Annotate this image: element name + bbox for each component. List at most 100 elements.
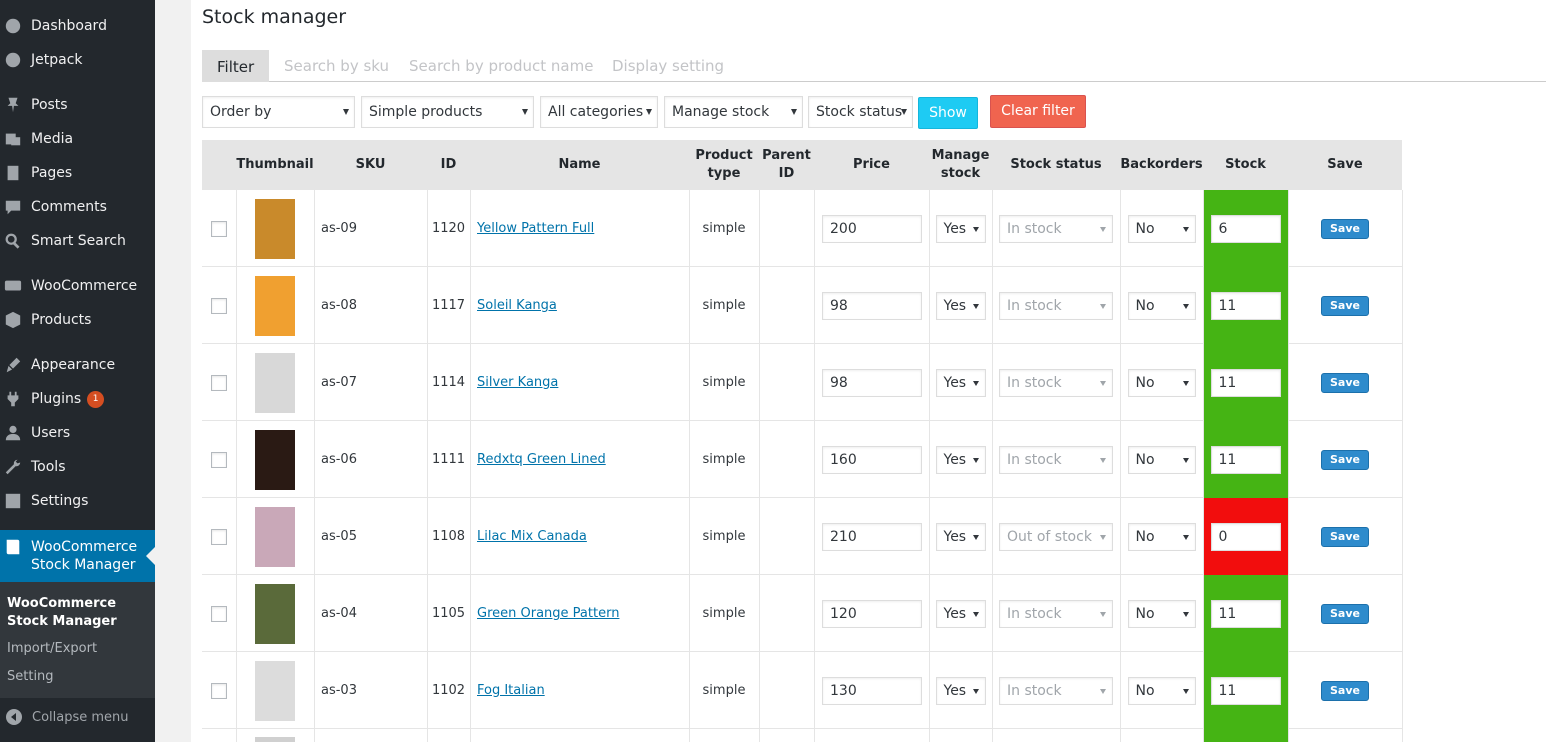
sidebar-item-smart-search[interactable]: Smart Search xyxy=(0,226,155,256)
stock-status-select: In stock xyxy=(999,368,1113,397)
show-button[interactable]: Show xyxy=(918,97,978,129)
price-value: 120 xyxy=(830,605,857,622)
backorders-select[interactable]: No xyxy=(1127,214,1196,243)
submenu-item-woocommerce-stock-manager[interactable]: WooCommerce Stock Manager xyxy=(7,595,147,631)
stock-input[interactable]: 11 xyxy=(1210,291,1281,320)
stock-input[interactable]: 0 xyxy=(1210,522,1281,551)
stock-input[interactable]: 11 xyxy=(1210,368,1281,397)
row-checkbox[interactable] xyxy=(211,297,227,314)
sidebar-item-plugins[interactable]: Plugins 1 xyxy=(0,384,155,414)
backorders-select[interactable]: No xyxy=(1127,522,1196,551)
filter-tabs: Filter Search by sku Search by product n… xyxy=(202,50,1546,82)
save-button[interactable]: Save xyxy=(1321,680,1369,701)
backorders-select[interactable]: No xyxy=(1127,676,1196,705)
price-value: 160 xyxy=(830,451,857,468)
stock-input[interactable]: 6 xyxy=(1210,214,1281,243)
manage-stock-select[interactable]: Manage stock xyxy=(664,96,803,128)
price-input[interactable]: 210 xyxy=(822,522,922,551)
sidebar-item-tools[interactable]: Tools xyxy=(0,452,155,482)
clear-filter-button[interactable]: Clear filter xyxy=(990,95,1086,128)
chevron-down-icon xyxy=(343,109,349,115)
order-by-select[interactable]: Order by xyxy=(202,96,355,128)
product-type-select[interactable]: Simple products xyxy=(361,96,534,128)
column-header-backorders: Backorders xyxy=(1120,157,1203,172)
sidebar-item-stock-manager[interactable]: WooCommerce Stock Manager xyxy=(0,530,155,582)
product-name-link[interactable]: Green Orange Pattern xyxy=(477,606,619,621)
sku-value: as-03 xyxy=(321,683,357,698)
sidebar-item-posts[interactable]: Posts xyxy=(0,90,155,120)
sidebar-item-pages[interactable]: Pages xyxy=(0,158,155,188)
stock-status-select[interactable]: Stock status xyxy=(808,96,913,128)
sidebar-item-appearance[interactable]: Appearance xyxy=(0,350,155,380)
manage-stock-select[interactable]: Yes xyxy=(935,445,986,474)
product-name-link[interactable]: Silver Kanga xyxy=(477,375,558,390)
sidebar-item-dashboard[interactable]: Dashboard xyxy=(0,11,155,41)
stock-input[interactable]: 11 xyxy=(1210,676,1281,705)
sidebar-item-label: Tools xyxy=(31,459,66,475)
price-input[interactable]: 120 xyxy=(822,599,922,628)
sidebar-item-label: Pages xyxy=(31,165,73,181)
product-name-link[interactable]: Redxtq Green Lined xyxy=(477,452,606,467)
row-checkbox[interactable] xyxy=(211,220,227,237)
column-divider xyxy=(992,190,993,742)
column-header-save: Save xyxy=(1327,157,1363,172)
row-checkbox[interactable] xyxy=(211,528,227,545)
sidebar-item-jetpack[interactable]: Jetpack xyxy=(0,45,155,75)
stock-input[interactable]: 11 xyxy=(1210,445,1281,474)
backorders-select[interactable]: No xyxy=(1127,291,1196,320)
save-button[interactable]: Save xyxy=(1321,603,1369,624)
product-name-link[interactable]: Fog Italian xyxy=(477,683,545,698)
manage-stock-select[interactable]: Yes xyxy=(935,214,986,243)
category-select[interactable]: All categories xyxy=(540,96,658,128)
sidebar-item-comments[interactable]: Comments xyxy=(0,192,155,222)
backorders-select[interactable]: No xyxy=(1127,368,1196,397)
sidebar-item-users[interactable]: Users xyxy=(0,418,155,448)
backorders-value: No xyxy=(1135,220,1155,237)
save-button[interactable]: Save xyxy=(1321,295,1369,316)
column-divider xyxy=(427,190,428,742)
row-checkbox[interactable] xyxy=(211,605,227,622)
stock-input[interactable]: 11 xyxy=(1210,599,1281,628)
id-value: 1102 xyxy=(431,683,466,698)
product-name-link[interactable]: Yellow Pattern Full xyxy=(477,221,594,236)
submenu-item-setting[interactable]: Setting xyxy=(7,669,54,684)
manage-stock-select[interactable]: Yes xyxy=(935,368,986,397)
manage-stock-select[interactable]: Yes xyxy=(935,676,986,705)
product-name-link[interactable]: Lilac Mix Canada xyxy=(477,529,587,544)
save-button[interactable]: Save xyxy=(1321,526,1369,547)
backorders-select[interactable]: No xyxy=(1127,599,1196,628)
column-divider xyxy=(1402,190,1403,742)
price-input[interactable]: 130 xyxy=(822,676,922,705)
price-input[interactable]: 98 xyxy=(822,368,922,397)
sidebar-item-products[interactable]: Products xyxy=(0,305,155,335)
chevron-down-icon xyxy=(972,534,979,540)
save-button[interactable]: Save xyxy=(1321,372,1369,393)
price-input[interactable]: 98 xyxy=(822,291,922,320)
row-checkbox[interactable] xyxy=(211,451,227,468)
sidebar-item-woocommerce[interactable]: WooCommerce xyxy=(0,271,155,301)
price-input[interactable]: 160 xyxy=(822,445,922,474)
backorders-select[interactable]: No xyxy=(1127,445,1196,474)
manage-stock-select[interactable]: Yes xyxy=(935,522,986,551)
submenu-item-import-export[interactable]: Import/Export xyxy=(7,641,97,656)
price-input[interactable]: 200 xyxy=(822,214,922,243)
tab-filter[interactable]: Filter xyxy=(202,50,270,82)
tab-display-setting[interactable]: Display setting xyxy=(612,50,724,82)
save-button[interactable]: Save xyxy=(1321,218,1369,239)
sku-value: as-09 xyxy=(321,221,357,236)
collapse-menu-button[interactable]: Collapse menu xyxy=(0,702,155,732)
id-value: 1105 xyxy=(431,606,466,621)
id-value: 1111 xyxy=(431,452,466,467)
tab-search-by-product-name[interactable]: Search by product name xyxy=(409,50,593,82)
sidebar-item-settings[interactable]: Settings xyxy=(0,486,155,516)
manage-stock-value: Yes xyxy=(943,451,967,468)
row-checkbox[interactable] xyxy=(211,374,227,391)
sidebar-item-media[interactable]: Media xyxy=(0,124,155,154)
table-row: as-06 1111 Redxtq Green Lined simple 160 Yes I… xyxy=(202,421,1402,498)
save-button[interactable]: Save xyxy=(1321,449,1369,470)
product-name-link[interactable]: Soleil Kanga xyxy=(477,298,557,313)
tab-search-by-sku[interactable]: Search by sku xyxy=(284,50,389,82)
row-checkbox[interactable] xyxy=(211,682,227,699)
manage-stock-select[interactable]: Yes xyxy=(935,291,986,320)
manage-stock-select[interactable]: Yes xyxy=(935,599,986,628)
